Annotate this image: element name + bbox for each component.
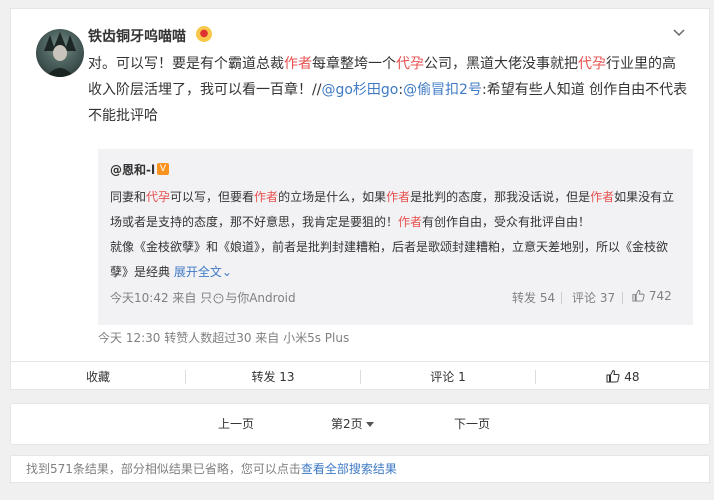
keyword-highlight: 作者	[254, 190, 279, 204]
expand-full-text-link[interactable]: 展开全文	[174, 265, 222, 279]
comment-button[interactable]: 评论 1	[361, 362, 535, 392]
action-bar: 收藏 转发 13 评论 1 48	[11, 361, 709, 392]
repost-source-device[interactable]: 与你Android	[225, 291, 295, 305]
caret-down-icon[interactable]: ⌄	[222, 265, 232, 279]
weibo-card: 铁齿铜牙呜喵喵 ● 对。可以写！要是有个霸道总裁作者每章整垮一个代孕公司，黑道大…	[10, 8, 710, 390]
pagination: 上一页 第2页 下一页	[10, 403, 710, 445]
next-page-button[interactable]: 下一页	[454, 404, 490, 444]
text-segment: 可以写，但要看	[170, 190, 255, 204]
repost-button[interactable]: 转发 13	[186, 362, 360, 392]
thumbs-up-icon	[632, 289, 645, 302]
chevron-down-icon[interactable]	[673, 29, 685, 37]
caret-down-icon	[366, 422, 375, 427]
keyword-highlight: 作者	[398, 215, 423, 229]
divider	[622, 292, 623, 304]
repost-box: @恩和-l V 同妻和代孕可以写，但要看作者的立场是什么，如果作者是批判的态度，…	[98, 149, 693, 325]
page-select[interactable]: 第2页	[331, 404, 375, 444]
notice-text: 找到571条结果，部分相似结果已省略，您可以点击	[26, 462, 301, 476]
thumbs-up-icon	[606, 369, 620, 383]
repost-text: 同妻和代孕可以写，但要看作者的立场是什么，如果作者是批判的态度，那我没话说，但是…	[110, 185, 685, 285]
mention-link[interactable]: @go杉田go	[321, 82, 398, 98]
text-segment: 的立场是什么，如果	[278, 190, 387, 204]
like-count: 742	[648, 289, 672, 303]
avatar-image	[44, 32, 76, 77]
username[interactable]: 铁齿铜牙呜喵喵	[88, 26, 186, 46]
prev-page-button[interactable]: 上一页	[218, 404, 254, 444]
text-segment: 公司，黑道大佬没事就把	[424, 56, 578, 72]
post-content: 对。可以写！要是有个霸道总裁作者每章整垮一个代孕公司，黑道大佬没事就把代孕行业里…	[88, 51, 688, 129]
divider	[561, 292, 562, 304]
current-page-label: 第2页	[331, 417, 363, 431]
collect-button[interactable]: 收藏	[11, 362, 185, 392]
keyword-highlight: 代孕	[146, 190, 171, 204]
like-count: 48	[624, 370, 640, 384]
repost-time-source: 今天10:42 来自 只	[110, 291, 213, 305]
text-segment: 是批判的态度，那我没话说，但是	[410, 190, 591, 204]
search-result-notice: 找到571条结果，部分相似结果已省略，您可以点击查看全部搜索结果	[10, 455, 710, 483]
repost-like-button[interactable]: 742	[632, 289, 672, 303]
mention-link[interactable]: @偷冒扣2号	[403, 82, 482, 98]
repost-username[interactable]: @恩和-l	[110, 161, 155, 178]
keyword-highlight: 作者	[284, 56, 312, 72]
repost-comment-button[interactable]: 评论 37	[572, 289, 615, 306]
emoji-badge-icon: ●	[196, 26, 212, 42]
avatar[interactable]	[36, 29, 84, 77]
keyword-highlight: 作者	[590, 190, 615, 204]
text-segment: 对。可以写！要是有个霸道总裁	[88, 56, 284, 72]
emoji-icon	[213, 293, 224, 304]
keyword-highlight: 代孕	[578, 56, 606, 72]
repost-meta: 今天10:42 来自 只与你Android	[110, 289, 296, 306]
keyword-highlight: 作者	[386, 190, 411, 204]
repost-repost-button[interactable]: 转发 54	[512, 289, 555, 306]
verified-v-icon: V	[157, 163, 169, 175]
text-segment: 有创作自由，受众有批评自由！	[422, 215, 591, 229]
text-segment: 同妻和	[110, 190, 147, 204]
like-button[interactable]: 48	[536, 362, 710, 392]
text-segment: 每章整垮一个	[312, 56, 396, 72]
view-all-results-link[interactable]: 查看全部搜索结果	[301, 462, 397, 476]
keyword-highlight: 代孕	[396, 56, 424, 72]
post-meta: 今天 12:30 转赞人数超过30 来自 小米5s Plus	[98, 331, 350, 345]
